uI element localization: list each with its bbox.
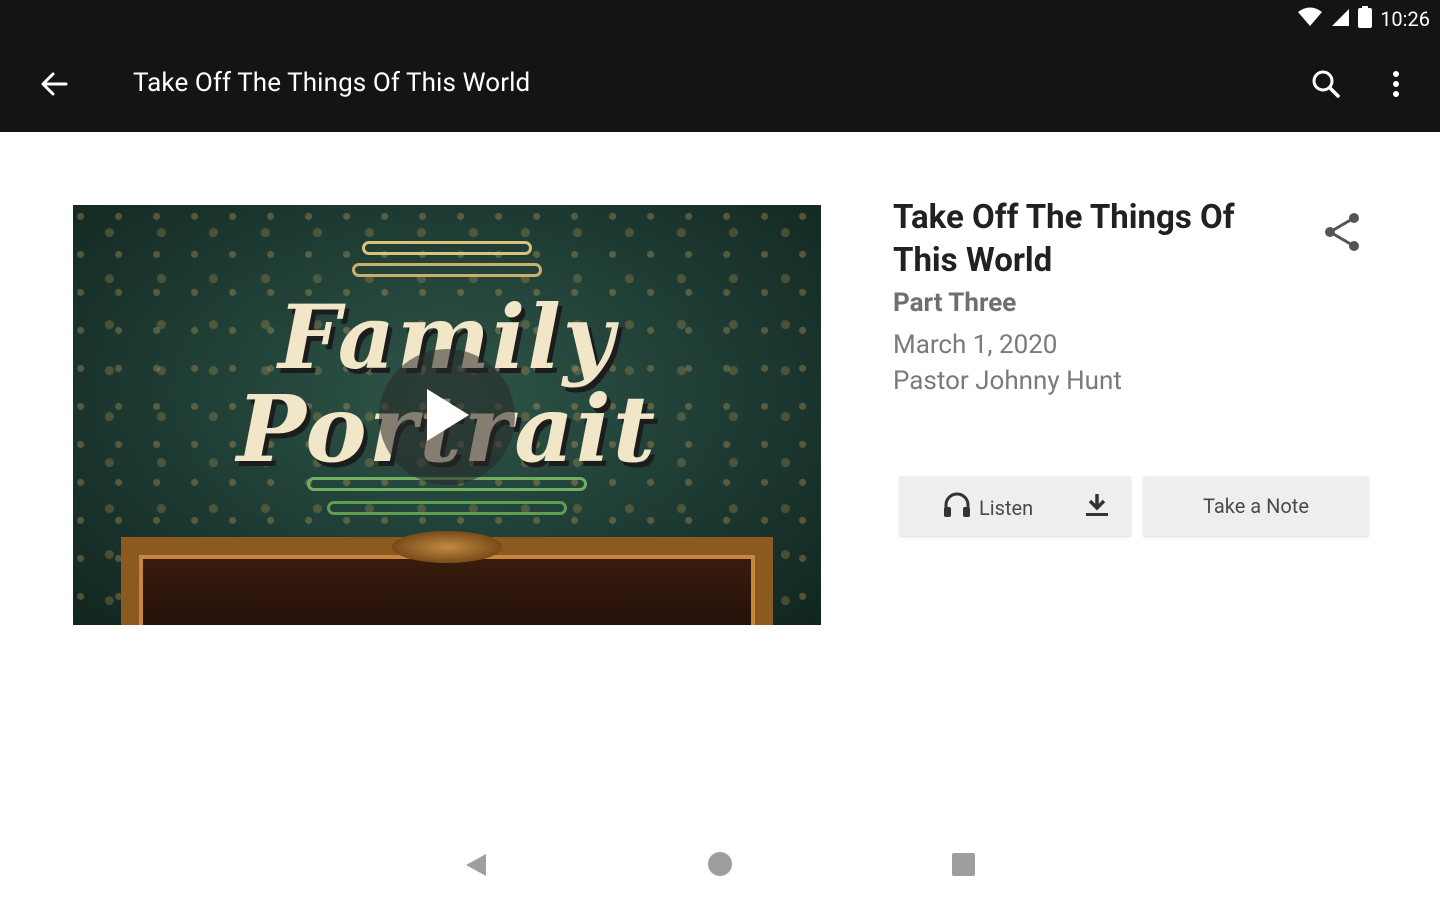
app-bar-title: Take Off The Things Of This World — [133, 68, 531, 98]
share-button[interactable] — [1316, 208, 1368, 260]
play-icon — [423, 387, 471, 447]
download-button[interactable] — [1079, 490, 1115, 524]
headphones-icon — [943, 492, 971, 523]
overflow-menu-button[interactable] — [1372, 62, 1420, 110]
sermon-date: March 1, 2020 — [893, 330, 1058, 360]
sermon-speaker: Pastor Johnny Hunt — [893, 366, 1122, 396]
artwork-frame-crest — [392, 531, 502, 563]
listen-label: Listen — [979, 495, 1034, 520]
play-button[interactable] — [379, 349, 515, 485]
series-part: Part Three — [893, 288, 1017, 318]
cell-signal-icon — [1330, 7, 1350, 31]
system-navigation-bar — [0, 820, 1440, 900]
take-note-label: Take a Note — [1203, 494, 1309, 518]
search-button[interactable] — [1300, 62, 1352, 110]
wifi-icon — [1298, 7, 1323, 31]
status-icons: 10:26 — [1298, 6, 1430, 32]
sermon-title: Take Off The Things Of This World — [893, 198, 1235, 280]
nav-home-button[interactable] — [708, 852, 732, 876]
artwork-ornament — [352, 263, 542, 277]
sermon-details: Take Off The Things Of This World Part T… — [893, 196, 1293, 396]
sermon-video-thumbnail[interactable]: Family Portrait — [73, 205, 821, 625]
listen-button[interactable]: Listen — [899, 476, 1131, 536]
app-bar: Take Off The Things Of This World — [0, 40, 1440, 132]
action-buttons: Listen Take a Note — [899, 476, 1369, 536]
back-arrow-icon — [40, 70, 68, 102]
nav-back-icon — [462, 854, 492, 884]
listen-main[interactable]: Listen — [943, 492, 1033, 523]
artwork-ornament — [327, 501, 567, 515]
more-vert-icon — [1392, 70, 1400, 102]
battery-icon — [1358, 6, 1373, 32]
download-icon — [1084, 492, 1110, 523]
search-icon — [1311, 69, 1341, 103]
share-icon — [1323, 212, 1361, 256]
status-bar: 10:26 — [0, 0, 1440, 40]
status-time: 10:26 — [1380, 7, 1430, 31]
nav-back-button[interactable] — [462, 850, 492, 880]
nav-recents-button[interactable] — [952, 853, 975, 876]
artwork-ornament — [362, 241, 532, 255]
back-button[interactable] — [26, 62, 82, 110]
take-note-button[interactable]: Take a Note — [1143, 476, 1369, 536]
